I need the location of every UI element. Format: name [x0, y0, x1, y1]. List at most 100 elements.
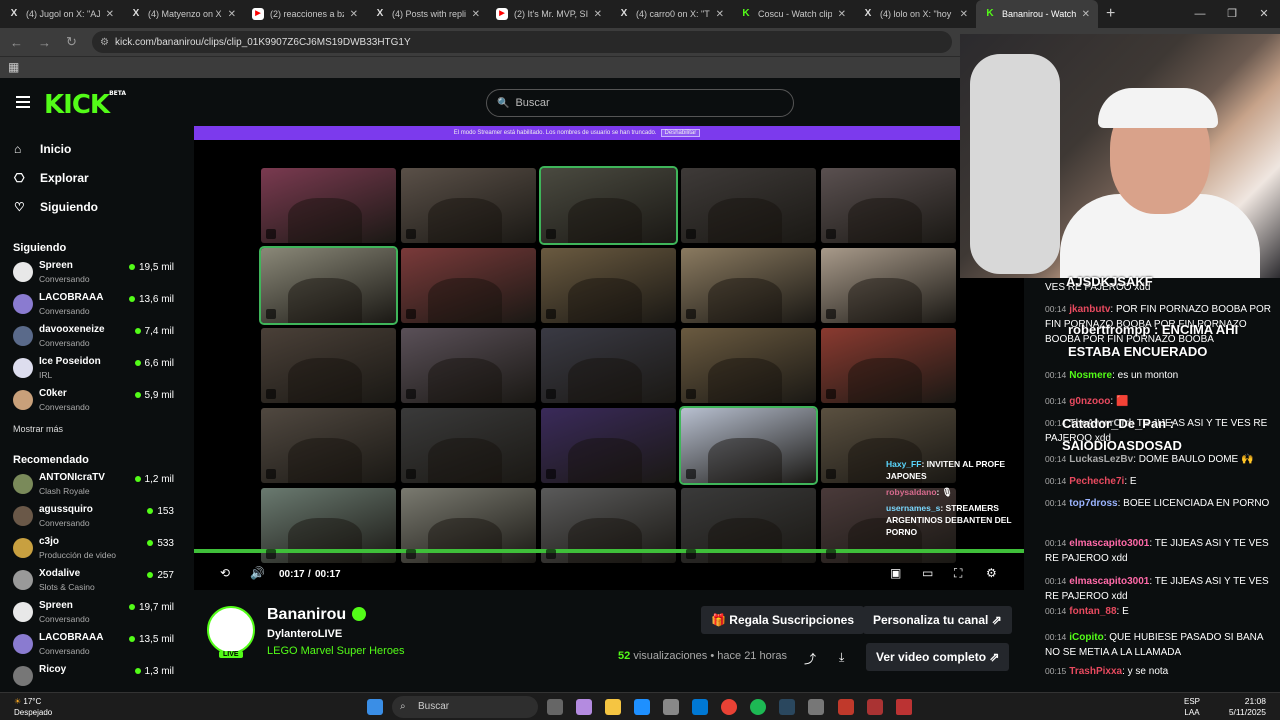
close-tab-icon[interactable]: ✕ — [594, 9, 602, 20]
apps-icon[interactable]: ▦ — [8, 60, 19, 74]
file-explorer-icon[interactable] — [605, 699, 621, 715]
browser-tab[interactable]: K Coscu - Watch clips o ✕ — [732, 0, 854, 28]
sidebar-channel[interactable]: Ice Poseidon IRL 6,6 mil — [0, 356, 188, 388]
forward-icon[interactable]: → — [38, 35, 56, 50]
chat-username[interactable]: elmascapito3001 — [1069, 576, 1149, 587]
url-field[interactable]: ⚙ kick.com/bananirou/clips/clip_01K9907Z… — [92, 31, 952, 53]
nav-item-siguiendo[interactable]: ♡ Siguiendo — [0, 192, 188, 221]
sidebar-channel[interactable]: c3jo Producción de video 533 — [0, 536, 188, 568]
recommended-list: ANTONIcraTV Clash Royale 1,2 mil agussquiro… — [0, 472, 188, 692]
store-icon[interactable] — [663, 699, 679, 715]
show-more-link[interactable]: Mostrar más — [0, 424, 188, 434]
close-tab-icon[interactable]: ✕ — [1082, 9, 1090, 20]
sidebar-channel[interactable]: ANTONIcraTV Clash Royale 1,2 mil — [0, 472, 188, 504]
mic-icon — [406, 549, 416, 559]
settings-icon[interactable]: ⚙ — [986, 566, 997, 580]
channel-name[interactable]: Bananirou — [267, 606, 367, 624]
video-player[interactable]: Haxy_FF: INVITEN AL PROFE JAPONES robysal… — [194, 140, 1024, 590]
taskbar-search[interactable]: ⌕ Buscar — [392, 696, 538, 718]
back-icon[interactable]: ← — [10, 35, 28, 50]
game-link[interactable]: LEGO Marvel Super Heroes — [267, 645, 405, 657]
spotify-icon[interactable] — [750, 699, 766, 715]
close-tab-icon[interactable]: ✕ — [350, 9, 358, 20]
sidebar-channel[interactable]: Ricoy 1,3 mil — [0, 664, 188, 692]
sidebar-channel[interactable]: agussquiro Conversando 153 — [0, 504, 188, 536]
weather-widget[interactable]: ☀ 17°C Despejado — [14, 696, 52, 718]
reload-icon[interactable]: ↻ — [66, 34, 84, 50]
restore-icon[interactable]: ❐ — [1216, 0, 1248, 28]
chat-username[interactable]: top7dross — [1069, 498, 1117, 509]
close-tab-icon[interactable]: ✕ — [106, 9, 114, 20]
new-tab-icon[interactable]: + — [1106, 5, 1115, 23]
browser-tab[interactable]: X (4) Posts with replies ✕ — [366, 0, 488, 28]
chat-username[interactable]: Pecheche7i — [1069, 476, 1124, 487]
sidebar-channel[interactable]: LACOBRAAA Conversando 13,5 mil — [0, 632, 188, 664]
disable-streamer-mode-button[interactable]: Deshabilitar — [660, 129, 701, 137]
browser-tab[interactable]: X (4) carro0 on X: "Tratu ✕ — [610, 0, 732, 28]
close-tab-icon[interactable]: ✕ — [228, 9, 236, 20]
browser-tab[interactable]: X (4) Matyenzo on X: "e ✕ — [122, 0, 244, 28]
replay-icon[interactable]: ⟲ — [220, 566, 230, 580]
chat-username[interactable]: iCopito — [1069, 632, 1103, 643]
pip-icon[interactable]: ▣ — [890, 566, 901, 580]
chat-username[interactable]: TrashPixxa — [1069, 666, 1122, 677]
clock[interactable]: 21:08 5/11/2025 — [1229, 696, 1266, 718]
app-icon[interactable] — [867, 699, 883, 715]
sidebar-channel[interactable]: Spreen Conversando 19,7 mil — [0, 600, 188, 632]
chrome-icon[interactable] — [721, 699, 737, 715]
sidebar-channel[interactable]: C0ker Conversando 5,9 mil — [0, 388, 188, 420]
settings-icon[interactable] — [808, 699, 824, 715]
browser-tab[interactable]: X (4) Jugol on X: "AJAJ ✕ — [0, 0, 122, 28]
browser-tab[interactable]: ▶ (2) reacciones a bzrp ✕ — [244, 0, 366, 28]
close-window-icon[interactable]: ✕ — [1248, 0, 1280, 28]
task-view-icon[interactable] — [547, 699, 563, 715]
edge-icon[interactable] — [634, 699, 650, 715]
clipper-name[interactable]: DylanteroLIVE — [267, 628, 342, 640]
sidebar-channel[interactable]: davooxeneize Conversando 7,4 mil — [0, 324, 188, 356]
close-tab-icon[interactable]: ✕ — [960, 9, 968, 20]
chat-timestamp: 00:14 — [1045, 370, 1067, 380]
minimize-icon[interactable]: — — [1184, 0, 1216, 28]
chat-username[interactable]: fontan_88 — [1069, 606, 1116, 617]
channel-avatar[interactable]: LIVE — [207, 606, 255, 658]
outlook-icon[interactable] — [692, 699, 708, 715]
close-tab-icon[interactable]: ✕ — [472, 9, 480, 20]
search-input[interactable]: 🔍 Buscar — [486, 89, 794, 117]
site-info-icon[interactable]: ⚙ — [100, 37, 109, 48]
browser-tab[interactable]: X (4) lolo on X: "hoy de ✕ — [854, 0, 976, 28]
chat-username[interactable]: Nosmere — [1069, 370, 1112, 381]
overlay-chat-user: robysaldano — [886, 487, 937, 497]
sidebar-channel[interactable]: Xodalive Slots & Casino 257 — [0, 568, 188, 600]
kick-logo[interactable]: KICKBETA — [44, 90, 126, 120]
close-tab-icon[interactable]: ✕ — [716, 9, 724, 20]
full-video-button[interactable]: Ver video completo ⇗ — [866, 643, 1010, 671]
download-icon[interactable]: ⤓ — [839, 650, 844, 665]
nav-item-explorar[interactable]: ⎔ Explorar — [0, 163, 188, 192]
sidebar-channel[interactable]: LACOBRAAA Conversando 13,6 mil — [0, 292, 188, 324]
fullscreen-icon[interactable]: ⛶ — [954, 566, 962, 581]
chat-username[interactable]: LuckasLezBv — [1069, 454, 1133, 465]
volume-icon[interactable]: 🔊 — [250, 566, 265, 580]
browser-tab[interactable]: ▶ (2) It's Mr. MVP, SIMI ✕ — [488, 0, 610, 28]
chat-username[interactable]: elmascapito3001 — [1069, 538, 1149, 549]
external-link-icon: ⇗ — [986, 650, 1000, 664]
browser-tab[interactable]: K Bananirou - Watch c ✕ — [976, 0, 1098, 28]
steam-icon[interactable] — [779, 699, 795, 715]
participant-tile — [681, 328, 816, 403]
shield-icon[interactable] — [838, 699, 854, 715]
nav-item-inicio[interactable]: ⌂ Inicio — [0, 134, 188, 163]
menu-icon[interactable] — [16, 96, 30, 108]
chat-username[interactable]: g0nzooo — [1069, 396, 1110, 407]
customize-channel-button[interactable]: Personaliza tu canal ⇗ — [863, 606, 1012, 634]
chat-username[interactable]: jkanbutv — [1069, 304, 1110, 315]
gift-subs-button[interactable]: 🎁 Regala Suscripciones — [701, 606, 864, 634]
close-tab-icon[interactable]: ✕ — [838, 9, 846, 20]
theater-icon[interactable]: ▭ — [922, 566, 933, 580]
copilot-icon[interactable] — [576, 699, 592, 715]
progress-bar[interactable] — [194, 549, 1024, 553]
app-icon-2[interactable] — [896, 699, 912, 715]
start-icon[interactable] — [367, 699, 383, 715]
language-indicator[interactable]: ESP LAA — [1184, 696, 1200, 718]
share-icon[interactable]: ⤴ — [804, 650, 816, 667]
sidebar-channel[interactable]: Spreen Conversando 19,5 mil — [0, 260, 188, 292]
